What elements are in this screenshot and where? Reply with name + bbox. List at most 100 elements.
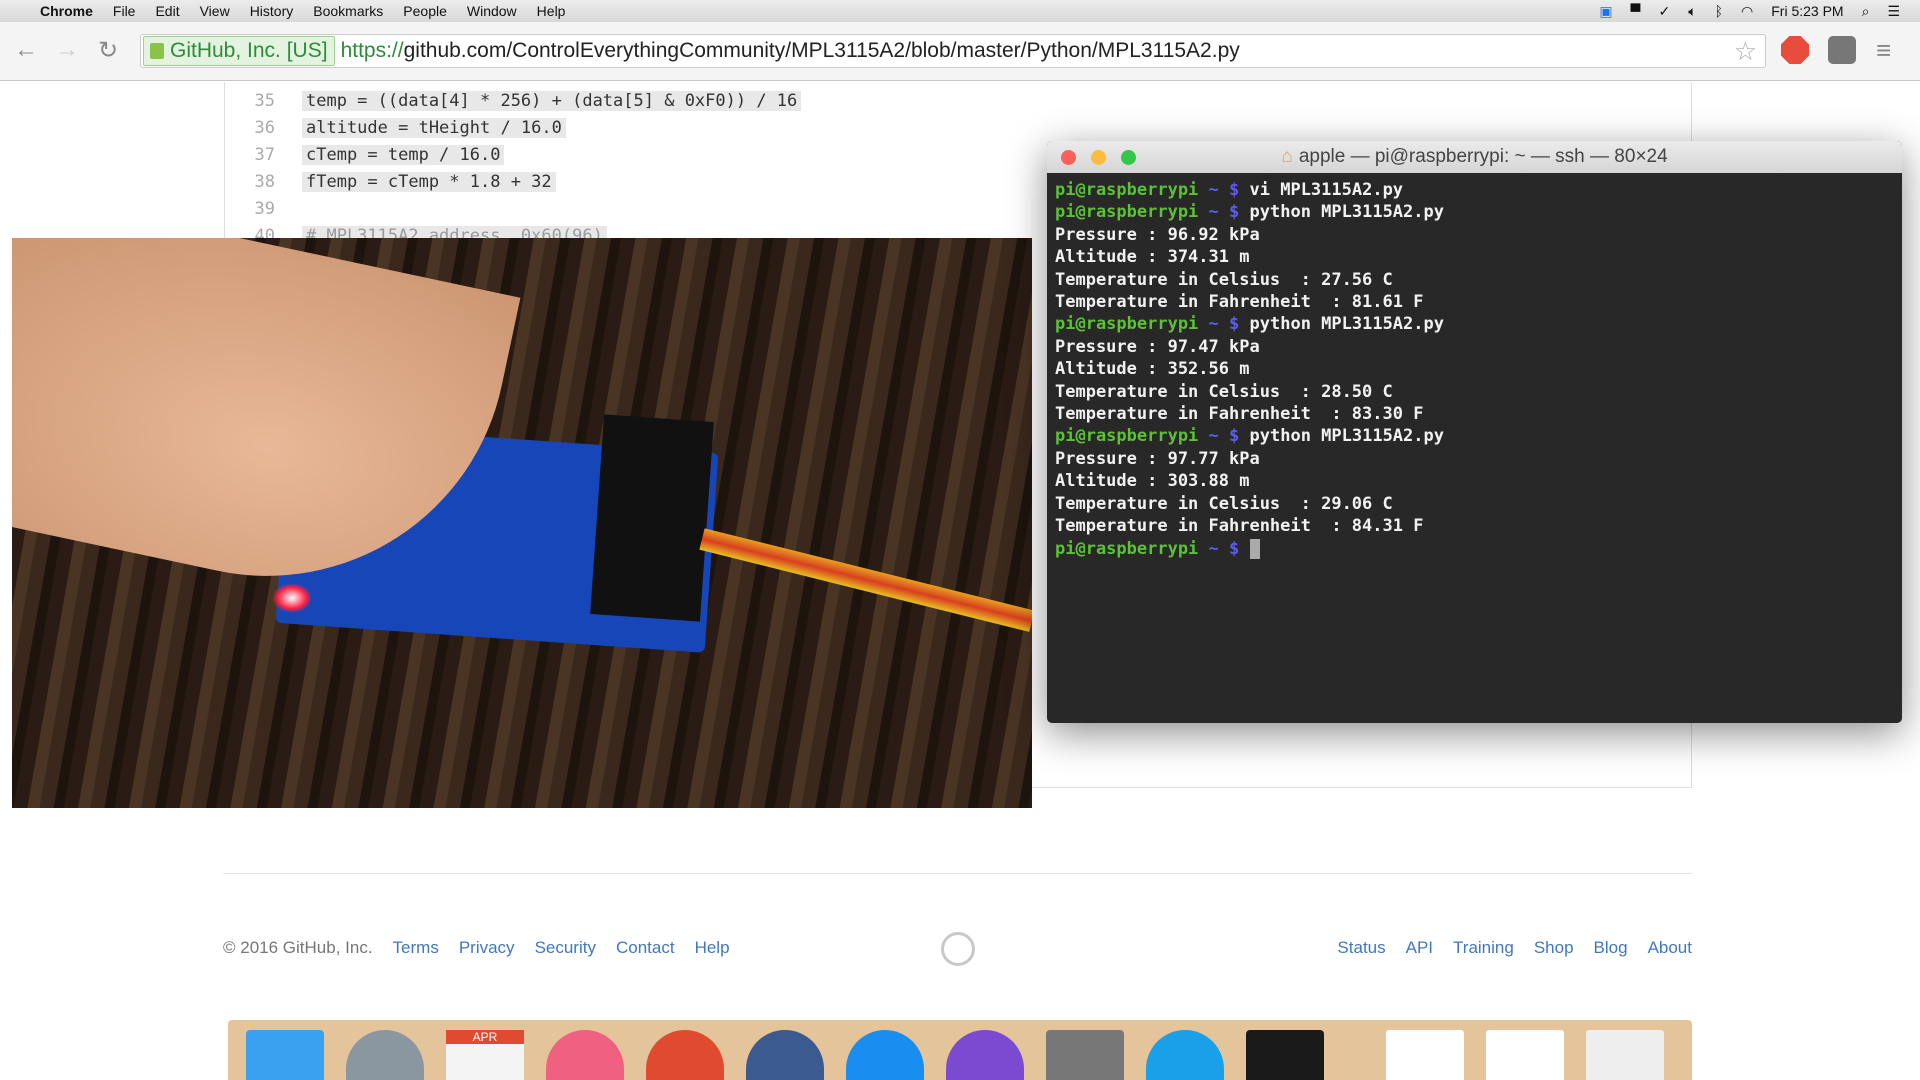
terminal-output-line: Temperature in Celsius : 29.06 C <box>1055 493 1393 514</box>
footer-link-shop[interactable]: Shop <box>1534 938 1574 958</box>
menu-bar: Chrome File Edit View History Bookmarks … <box>0 0 1920 22</box>
code-text: altitude = tHeight / 16.0 <box>302 117 566 138</box>
line-number[interactable]: 35 <box>225 91 287 111</box>
terminal-output-line: Temperature in Fahrenheit : 84.31 F <box>1055 516 1424 537</box>
spotlight-icon[interactable]: ⌕ <box>1862 3 1870 20</box>
dock-imovie-icon[interactable] <box>946 1030 1024 1080</box>
notification-center-icon[interactable]: ☰ <box>1887 3 1900 20</box>
terminal-window[interactable]: ⌂ apple — pi@raspberrypi: ~ — ssh — 80×2… <box>1047 141 1902 723</box>
minimize-button[interactable] <box>1091 150 1106 165</box>
url-scheme: https:// <box>340 39 404 62</box>
dock-chrome-icon[interactable] <box>646 1030 724 1080</box>
dock-terminal-icon[interactable] <box>1246 1030 1324 1080</box>
github-logo-icon[interactable] <box>941 932 975 966</box>
dock-system-preferences-icon[interactable] <box>1046 1030 1124 1080</box>
dock: APR <box>228 1020 1692 1080</box>
display-icon[interactable]: ▀ <box>1631 3 1641 19</box>
prompt-path: ~ $ <box>1208 180 1240 200</box>
dock-calendar-icon[interactable]: APR <box>446 1030 524 1080</box>
terminal-output-line: Altitude : 352.56 m <box>1055 359 1250 380</box>
ev-certificate-badge[interactable]: GitHub, Inc. [US] <box>143 36 335 66</box>
command-text: python MPL3115A2.py <box>1249 426 1444 447</box>
terminal-title: apple — pi@raspberrypi: ~ — ssh — 80×24 <box>1298 146 1668 167</box>
address-bar[interactable]: GitHub, Inc. [US] https://github.com/Con… <box>140 34 1766 68</box>
copyright: © 2016 GitHub, Inc. <box>223 938 373 957</box>
adblock-icon[interactable] <box>1781 36 1809 64</box>
footer-link-help[interactable]: Help <box>695 938 730 958</box>
prompt-user: pi@raspberrypi <box>1055 314 1199 335</box>
dock-window-thumbnail-1[interactable] <box>1386 1030 1464 1080</box>
dock-finder-icon[interactable] <box>246 1030 324 1080</box>
menu-app[interactable]: Chrome <box>40 3 93 19</box>
prompt-path: ~ $ <box>1208 538 1240 559</box>
back-icon[interactable]: ← <box>14 36 38 64</box>
volume-icon[interactable]: 🔈︎ <box>1688 3 1696 20</box>
prompt-path: ~ $ <box>1208 426 1240 447</box>
line-number[interactable]: 39 <box>225 199 287 219</box>
terminal-output-line: Temperature in Fahrenheit : 83.30 F <box>1055 404 1424 425</box>
prompt-user: pi@raspberrypi <box>1055 538 1199 559</box>
menu-people[interactable]: People <box>403 3 447 19</box>
clock[interactable]: Fri 5:23 PM <box>1771 3 1843 19</box>
chrome-menu-icon[interactable]: ≡ <box>1876 36 1904 64</box>
bluetooth-icon[interactable]: ᛒ <box>1715 3 1723 19</box>
url-rest: github.com/ControlEverythingCommunity/MP… <box>403 39 1240 62</box>
close-button[interactable] <box>1061 150 1076 165</box>
code-line: 35 temp = ((data[4] * 256) + (data[5] & … <box>225 87 802 114</box>
extension-icon[interactable] <box>1828 36 1856 64</box>
line-number[interactable]: 36 <box>225 118 287 138</box>
dock-trash-icon[interactable] <box>1586 1030 1664 1080</box>
dock-app-store-icon[interactable] <box>846 1030 924 1080</box>
code-line: 40 # MPL3115A2 address, 0x60(96) <box>225 222 607 238</box>
dock-launchpad-icon[interactable] <box>346 1030 424 1080</box>
footer-link-status[interactable]: Status <box>1337 938 1385 958</box>
menu-help[interactable]: Help <box>537 3 566 19</box>
code-text: cTemp = temp / 16.0 <box>302 144 505 165</box>
footer-link-privacy[interactable]: Privacy <box>459 938 515 958</box>
terminal-output-line: Pressure : 97.47 kPa <box>1055 336 1260 357</box>
menu-window[interactable]: Window <box>467 3 517 19</box>
wifi-icon[interactable]: ◠ <box>1741 3 1753 20</box>
dock-itunes-icon[interactable] <box>546 1030 624 1080</box>
menu-edit[interactable]: Edit <box>155 3 179 19</box>
terminal-output-line: Altitude : 374.31 m <box>1055 247 1250 268</box>
footer-link-training[interactable]: Training <box>1453 938 1514 958</box>
bookmark-star-icon[interactable]: ☆ <box>1734 36 1757 67</box>
dock-window-thumbnail-2[interactable] <box>1486 1030 1564 1080</box>
terminal-titlebar[interactable]: ⌂ apple — pi@raspberrypi: ~ — ssh — 80×2… <box>1047 141 1902 173</box>
terminal-output-line: Temperature in Celsius : 28.50 C <box>1055 381 1393 402</box>
dock-quicktime-icon[interactable] <box>746 1030 824 1080</box>
footer-link-blog[interactable]: Blog <box>1594 938 1628 958</box>
zoom-button[interactable] <box>1121 150 1136 165</box>
forward-icon[interactable]: → <box>55 36 79 64</box>
line-number[interactable]: 37 <box>225 145 287 165</box>
terminal-command-line: pi@raspberrypi ~ $ python MPL3115A2.py <box>1055 201 1894 223</box>
footer-link-contact[interactable]: Contact <box>616 938 675 958</box>
footer-link-terms[interactable]: Terms <box>393 938 439 958</box>
terminal-output-line: Temperature in Fahrenheit : 81.61 F <box>1055 292 1424 313</box>
terminal-output-line: Pressure : 96.92 kPa <box>1055 224 1260 245</box>
teamviewer-icon[interactable]: ▣ <box>1599 3 1612 20</box>
terminal-command-line: pi@raspberrypi ~ $ python MPL3115A2.py <box>1055 313 1894 335</box>
footer-link-api[interactable]: API <box>1406 938 1433 958</box>
reload-icon[interactable]: ↻ <box>98 36 118 65</box>
footer-link-security[interactable]: Security <box>535 938 596 958</box>
check-icon[interactable]: ✓ <box>1658 3 1670 20</box>
site-footer: © 2016 GitHub, Inc. Terms Privacy Securi… <box>223 932 1692 966</box>
wires <box>699 528 1032 632</box>
menu-bookmarks[interactable]: Bookmarks <box>313 3 383 19</box>
footer-link-about[interactable]: About <box>1648 938 1692 958</box>
dock-skype-icon[interactable] <box>1146 1030 1224 1080</box>
terminal-command-line: pi@raspberrypi ~ $ vi MPL3115A2.py <box>1055 179 1894 201</box>
prompt-user: pi@raspberrypi <box>1055 426 1199 447</box>
menu-file[interactable]: File <box>113 3 136 19</box>
terminal-output-line: Temperature in Celsius : 27.56 C <box>1055 269 1393 290</box>
code-text: fTemp = cTemp * 1.8 + 32 <box>302 171 556 192</box>
terminal-output[interactable]: pi@raspberrypi ~ $ vi MPL3115A2.py pi@ras… <box>1047 173 1902 566</box>
url-text[interactable]: https://github.com/ControlEverythingComm… <box>341 39 1240 63</box>
browser-toolbar: ← → ↻ GitHub, Inc. [US] https://github.c… <box>0 22 1920 81</box>
line-number[interactable]: 38 <box>225 172 287 192</box>
menu-history[interactable]: History <box>250 3 294 19</box>
menu-view[interactable]: View <box>200 3 230 19</box>
line-number[interactable]: 40 <box>225 226 287 239</box>
